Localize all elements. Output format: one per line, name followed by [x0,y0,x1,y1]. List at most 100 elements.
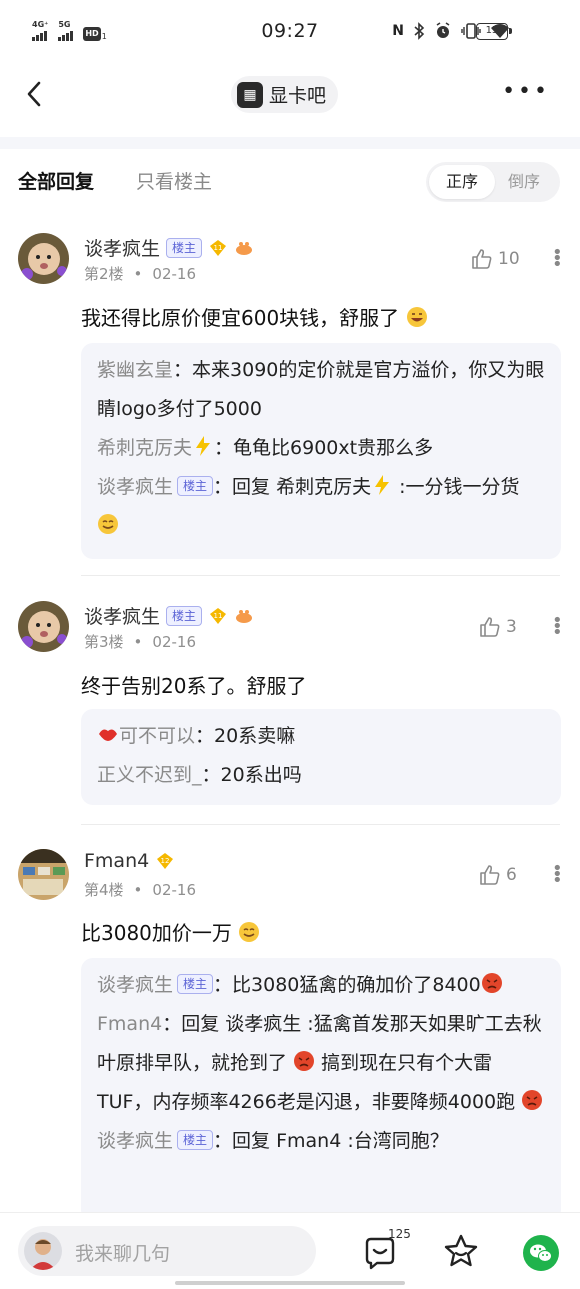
reply-item: 紫幽玄皇：本来3090的定价就是官方溢价，你又为眼睛logo多付了5000 [97,359,545,420]
reply-author[interactable]: 紫幽玄皇 [97,359,173,381]
post-date: 02-16 [152,265,196,283]
angry-emoji-icon [294,1051,315,1071]
owner-badge: 楼主 [177,1130,214,1150]
angry-emoji-icon [522,1090,543,1110]
post-menu-button[interactable]: • • • [552,244,563,274]
home-indicator[interactable] [175,1281,405,1285]
nav-bar: ▦ 显卡吧 ••• [0,66,580,126]
forum-chip[interactable]: ▦ 显卡吧 [231,76,339,113]
order-toggle: 正序 倒序 [426,162,560,202]
reply-author[interactable]: 谈孝疯生 [97,476,173,498]
order-asc-button[interactable]: 正序 [429,165,495,199]
post-meta: 第2楼 • 02-16 [84,265,196,283]
post-meta: 第3楼 • 02-16 [84,633,196,651]
comment-placeholder: 我来聊几句 [75,1243,171,1265]
post-content: 比3080加价一万 [81,917,260,946]
reply-item: Fman4：回复 谈孝疯生 :猛禽首发那天如果旷工去秋叶原排早队，就抢到了 搞到… [97,1013,543,1113]
reply-author[interactable]: Fman4 [97,1013,162,1035]
thumbs-up-icon [472,249,492,269]
status-bar: 4G⁺ 5G HD 1 09:27 N 15 [0,0,580,66]
forum-name: 显卡吧 [269,85,327,107]
back-button[interactable] [18,76,54,112]
like-count: 6 [506,865,517,885]
like-count: 3 [506,617,517,637]
svg-text:11: 11 [214,244,223,252]
like-button[interactable]: 10 [470,247,520,271]
reply-item: 谈孝疯生 楼主 ：回复 希刺克厉夫 :一分钱一分货 [97,468,545,546]
like-count: 10 [498,249,520,269]
reply-item: 谈孝疯生 楼主 ：比3080猛禽的确加价了8400 [97,966,545,1005]
lips-icon [99,729,117,741]
sort-bar: 全部回复 只看楼主 正序 倒序 [0,150,580,212]
owner-badge: 楼主 [177,476,214,496]
floor-number: 第4楼 [84,881,124,899]
post-date: 02-16 [152,633,196,651]
post-content: 我还得比原价便宜600块钱，舒服了 [81,302,428,331]
reply-author[interactable]: 谈孝疯生 [97,974,173,996]
post-menu-button[interactable]: • • • [552,612,563,642]
svg-text:11: 11 [214,612,223,620]
reply-item: 希刺克厉夫 ：龟龟比6900xt贵那么多 [97,436,434,459]
reply-item: 可不可以：20系卖嘛 [97,717,545,756]
avatar[interactable] [18,849,69,900]
battery-icon: 15 [476,23,512,40]
level-badge-icon: 11 [210,607,227,624]
reply-item: 正义不迟到_：20系出吗 [97,764,302,786]
reply-author[interactable]: 谈孝疯生 [97,1130,173,1152]
wechat-share-button[interactable] [523,1235,559,1271]
reply-preview-box[interactable]: 紫幽玄皇：本来3090的定价就是官方溢价，你又为眼睛logo多付了5000 希刺… [81,343,561,559]
post-content: 终于告别20系了。舒服了 [81,674,307,698]
username[interactable]: Fman4 [84,850,149,872]
nfc-icon: N [392,23,404,39]
game-controller-icon [236,609,253,623]
reply-preview-box[interactable]: 可不可以：20系卖嘛 正义不迟到_：20系出吗 [81,709,561,805]
post-date: 02-16 [152,881,196,899]
thumbs-up-icon [480,617,500,637]
owner-badge: 楼主 [166,605,203,626]
lightning-icon [375,475,390,495]
reply-author[interactable]: 可不可以 [119,725,195,747]
floor-number: 第2楼 [84,265,124,283]
level-badge-icon: 11 [210,239,227,256]
level-badge-icon: 12 [157,853,174,869]
divider [81,824,560,825]
reply-author[interactable]: 希刺克厉夫 [97,437,192,459]
smile-emoji-icon [239,922,260,942]
angry-emoji-icon [481,973,502,993]
post-menu-button[interactable]: • • • [552,860,563,890]
order-desc-button[interactable]: 倒序 [491,165,557,199]
comment-input[interactable]: 我来聊几句 [18,1226,316,1276]
owner-badge: 楼主 [166,237,203,258]
smile-emoji-icon [98,514,118,534]
owner-badge: 楼主 [177,974,214,994]
grinning-emoji-icon [406,307,427,327]
more-options-button[interactable]: ••• [502,81,550,103]
post-meta: 第4楼 • 02-16 [84,881,196,899]
favorite-button[interactable] [443,1233,479,1269]
username[interactable]: 谈孝疯生 [84,602,160,629]
game-controller-icon [236,241,253,255]
avatar[interactable] [18,233,69,284]
lightning-icon [196,436,211,456]
forum-logo-icon: ▦ [237,81,263,108]
avatar [24,1232,62,1270]
comment-count: 125 [388,1227,411,1241]
like-button[interactable]: 3 [478,615,517,639]
bluetooth-icon [414,22,425,40]
avatar[interactable] [18,601,69,652]
tab-all-replies[interactable]: 全部回复 [18,167,94,194]
floor-number: 第3楼 [84,633,124,651]
bottom-bar: 我来聊几句 125 [0,1212,580,1289]
username[interactable]: 谈孝疯生 [84,234,160,261]
wechat-icon [530,1244,552,1262]
thumbs-up-icon [480,865,500,885]
reply-author[interactable]: 正义不迟到_ [97,764,202,786]
like-button[interactable]: 6 [478,863,517,887]
divider [81,575,560,576]
tab-only-op[interactable]: 只看楼主 [136,167,212,194]
reply-item: 谈孝疯生 楼主 ：回复 Fman4 :台湾同胞？ [97,1130,449,1152]
alarm-icon [436,22,450,38]
svg-text:12: 12 [161,857,170,865]
reply-preview-box[interactable]: 谈孝疯生 楼主 ：比3080猛禽的确加价了8400 Fman4：回复 谈孝疯生 :猛… [81,958,561,1222]
chevron-left-icon [27,81,41,107]
